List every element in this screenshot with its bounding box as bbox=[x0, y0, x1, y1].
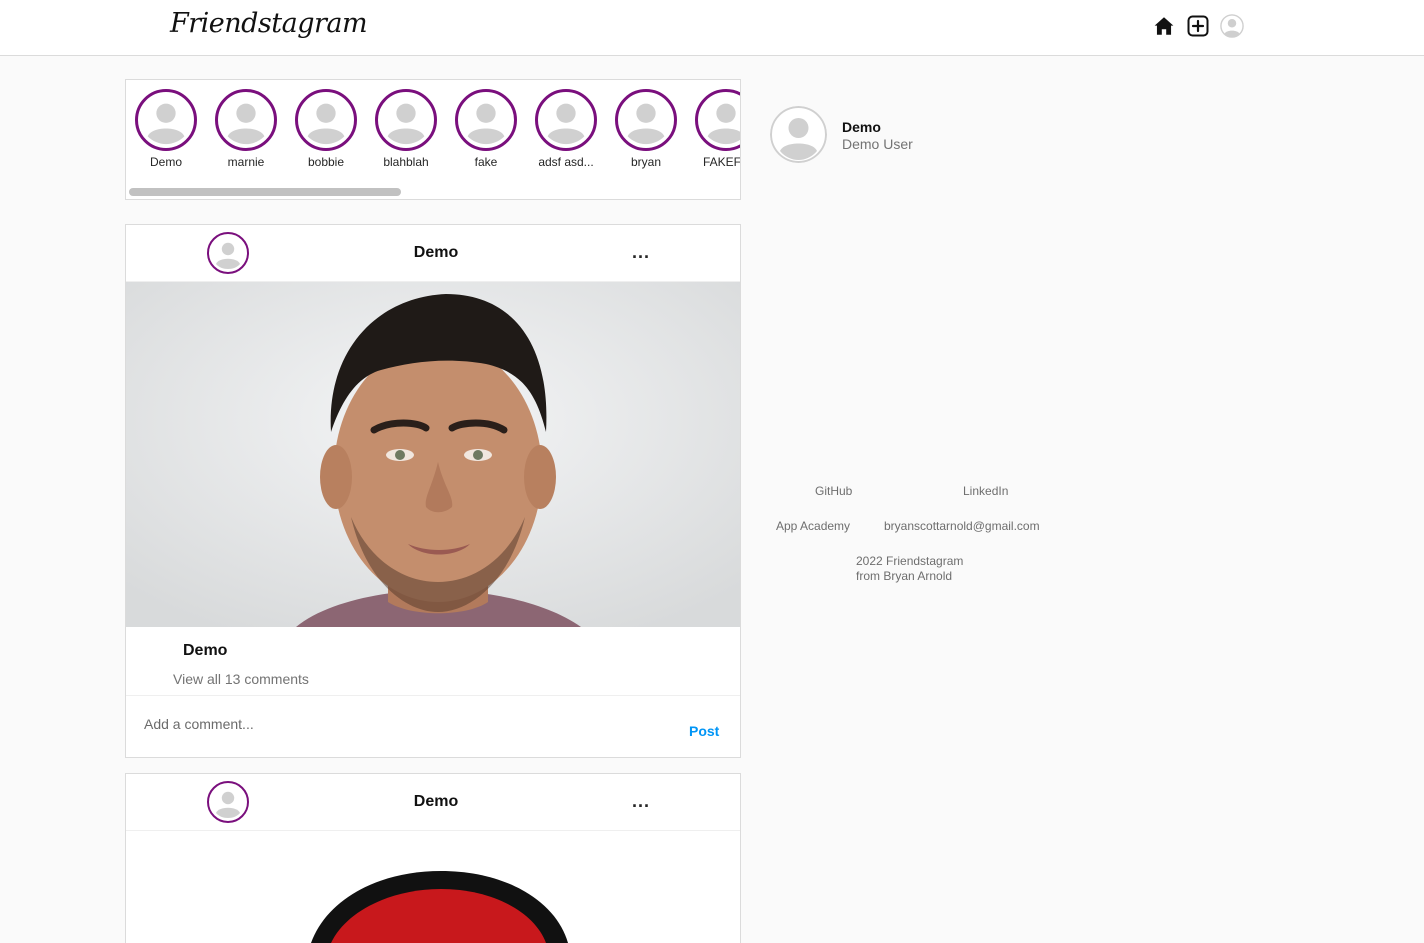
post-image[interactable] bbox=[126, 831, 740, 943]
copyright-text: 2022 Friendstagram bbox=[856, 554, 964, 568]
comment-input[interactable] bbox=[142, 712, 666, 736]
default-avatar-icon bbox=[459, 93, 513, 147]
story-item[interactable]: blahblah bbox=[372, 89, 440, 169]
post-card: Demo ... bbox=[125, 224, 741, 758]
post-card: Demo ... bbox=[125, 773, 741, 943]
story-avatar bbox=[215, 89, 277, 151]
profile-icon[interactable] bbox=[1220, 14, 1244, 38]
author-text: from Bryan Arnold bbox=[856, 569, 953, 583]
post-username[interactable]: Demo bbox=[126, 793, 746, 811]
story-name: FAKEFK bbox=[702, 155, 741, 169]
drawing-photo bbox=[311, 871, 568, 943]
default-avatar-icon bbox=[139, 93, 193, 147]
story-name: marnie bbox=[227, 155, 265, 169]
app-academy-link[interactable]: App Academy bbox=[776, 519, 850, 533]
linkedin-link[interactable]: LinkedIn bbox=[963, 484, 1008, 498]
default-avatar-icon bbox=[219, 93, 273, 147]
post-footer: Demo View all 13 comments Post bbox=[126, 627, 740, 757]
story-item[interactable]: adsf asd... bbox=[532, 89, 600, 169]
sidebar-fullname: Demo User bbox=[842, 136, 913, 152]
comment-bar: Post bbox=[126, 695, 740, 758]
sidebar-username[interactable]: Demo bbox=[842, 119, 881, 135]
github-link[interactable]: GitHub bbox=[815, 484, 852, 498]
sidebar-avatar[interactable] bbox=[770, 106, 827, 163]
portrait-photo bbox=[126, 282, 740, 627]
default-avatar-icon bbox=[299, 93, 353, 147]
nav-icons bbox=[1152, 13, 1244, 39]
story-item[interactable]: fake bbox=[452, 89, 520, 169]
story-name: adsf asd... bbox=[538, 155, 594, 169]
post-header: Demo ... bbox=[126, 225, 740, 282]
default-avatar-icon bbox=[539, 93, 593, 147]
default-avatar-icon bbox=[379, 93, 433, 147]
post-comment-button[interactable]: Post bbox=[689, 723, 719, 739]
story-name: bobbie bbox=[307, 155, 345, 169]
story-avatar bbox=[295, 89, 357, 151]
stories-scrollbar[interactable] bbox=[129, 188, 737, 196]
story-name: fake bbox=[474, 155, 498, 169]
story-item[interactable]: FAKEFK bbox=[692, 89, 741, 169]
default-avatar-icon bbox=[619, 93, 673, 147]
story-name: Demo bbox=[149, 155, 182, 169]
more-options-button[interactable]: ... bbox=[632, 243, 650, 261]
story-item[interactable]: marnie bbox=[212, 89, 280, 169]
story-avatar bbox=[695, 89, 740, 151]
story-avatar bbox=[535, 89, 597, 151]
default-avatar-icon bbox=[770, 106, 827, 163]
post-header: Demo ... bbox=[126, 774, 740, 831]
view-comments-link[interactable]: View all 13 comments bbox=[173, 671, 309, 687]
scrollbar-thumb[interactable] bbox=[129, 188, 401, 196]
default-avatar-icon bbox=[699, 93, 740, 147]
story-avatar bbox=[455, 89, 517, 151]
app-logo[interactable]: Friendstagram bbox=[170, 8, 368, 39]
home-icon[interactable] bbox=[1152, 14, 1176, 38]
story-name: blahblah bbox=[383, 155, 429, 169]
caption-username[interactable]: Demo bbox=[183, 642, 227, 660]
story-avatar bbox=[375, 89, 437, 151]
story-avatar bbox=[135, 89, 197, 151]
top-nav: Friendstagram bbox=[0, 0, 1424, 56]
new-post-icon[interactable] bbox=[1186, 14, 1210, 38]
stories-bar[interactable]: Demo marnie bobbie blahblah fake adsf as… bbox=[125, 79, 741, 200]
post-image[interactable] bbox=[126, 282, 740, 627]
more-options-button[interactable]: ... bbox=[632, 792, 650, 810]
story-item[interactable]: Demo bbox=[132, 89, 200, 169]
story-item[interactable]: bryan bbox=[612, 89, 680, 169]
post-username[interactable]: Demo bbox=[126, 244, 746, 262]
story-item[interactable]: bobbie bbox=[292, 89, 360, 169]
email-link[interactable]: bryanscottarnold@gmail.com bbox=[884, 519, 1040, 533]
story-avatar bbox=[615, 89, 677, 151]
story-name: bryan bbox=[630, 155, 662, 169]
